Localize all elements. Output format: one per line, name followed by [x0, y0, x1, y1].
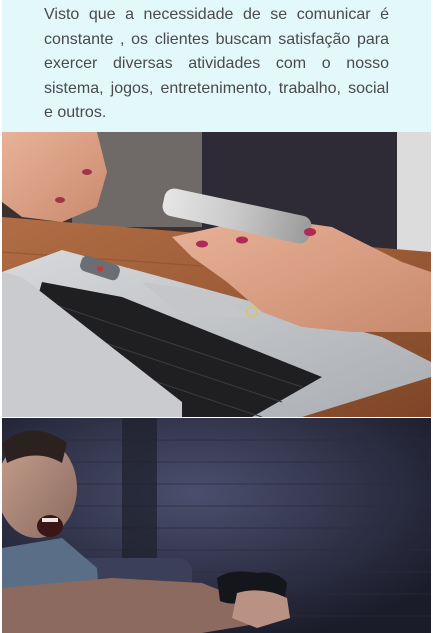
- intro-text: Visto que a necessidade de se comunicar …: [44, 6, 389, 121]
- intro-card: Visto que a necessidade de se comunicar …: [2, 0, 431, 132]
- page: Visto que a necessidade de se comunicar …: [0, 0, 433, 633]
- man-playing-videogame-photo: [2, 418, 431, 633]
- laptop-smartphone-photo: [2, 132, 431, 417]
